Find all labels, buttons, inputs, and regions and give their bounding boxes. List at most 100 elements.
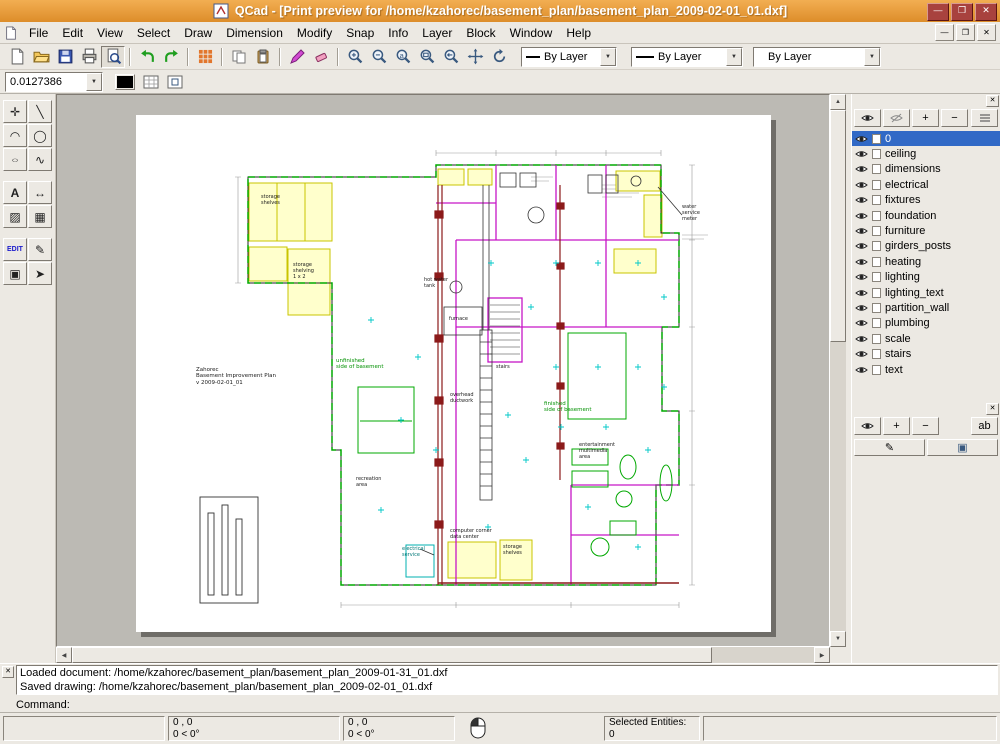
scale-combo[interactable]: 0.0127386 ▼	[5, 72, 103, 92]
layer-details-button[interactable]	[971, 109, 998, 127]
scroll-down-button[interactable]: ▼	[830, 631, 846, 647]
horizontal-scrollbar[interactable]: ◀ ▶	[56, 647, 830, 663]
print-preview-button[interactable]	[101, 46, 125, 68]
scroll-right-button[interactable]: ▶	[814, 647, 830, 663]
open-file-button[interactable]	[29, 46, 53, 68]
pan-button[interactable]	[463, 46, 487, 68]
eye-icon[interactable]	[855, 288, 868, 298]
layer-panel-close-button[interactable]: ✕	[986, 95, 999, 107]
menu-view[interactable]: View	[90, 24, 130, 42]
zoom-window-button[interactable]	[415, 46, 439, 68]
scroll-left-button[interactable]: ◀	[56, 647, 72, 663]
ellipse-tool-button[interactable]: ○	[3, 148, 27, 171]
add-layer-button[interactable]: +	[912, 109, 939, 127]
layer-row[interactable]: lighting	[852, 270, 1000, 285]
window-close-button[interactable]: ✕	[975, 3, 997, 21]
command-dock-close-button[interactable]: ✕	[2, 666, 14, 678]
layer-row[interactable]: 0	[852, 131, 1000, 146]
title-bar[interactable]: QCad - [Print preview for /home/kzahorec…	[0, 0, 1000, 22]
line-style-combo[interactable]: By Layer ▼	[753, 47, 881, 67]
eye-icon[interactable]	[855, 226, 868, 236]
eye-icon[interactable]	[855, 149, 868, 159]
horizontal-scroll-thumb[interactable]	[72, 647, 712, 663]
edit-tool-button[interactable]: EDIT	[3, 238, 27, 261]
menu-dimension[interactable]: Dimension	[219, 24, 290, 42]
layer-row[interactable]: ceiling	[852, 146, 1000, 161]
spline-tool-button[interactable]: ∿	[28, 148, 52, 171]
layer-row[interactable]: text	[852, 362, 1000, 377]
mdi-restore-button[interactable]: ❐	[956, 24, 975, 41]
line-width-combo[interactable]: By Layer ▼	[631, 47, 743, 67]
arc-tool-button[interactable]: ◠	[3, 124, 27, 147]
print-button[interactable]	[77, 46, 101, 68]
menu-help[interactable]: Help	[559, 24, 598, 42]
eye-icon[interactable]	[855, 318, 868, 328]
layer-row[interactable]: stairs	[852, 346, 1000, 361]
color-combo[interactable]: By Layer ▼	[521, 47, 617, 67]
eye-icon[interactable]	[855, 134, 868, 144]
chevron-down-icon[interactable]: ▼	[86, 73, 102, 91]
layer-row[interactable]: lighting_text	[852, 285, 1000, 300]
zoom-in-button[interactable]	[343, 46, 367, 68]
mdi-minimize-button[interactable]: —	[935, 24, 954, 41]
remove-block-button[interactable]: −	[912, 417, 939, 435]
scroll-up-button[interactable]: ▲	[830, 94, 846, 110]
redo-button[interactable]	[159, 46, 183, 68]
block-panel-close-button[interactable]: ✕	[986, 403, 999, 415]
drawing-canvas[interactable]: storage shelves storage shelving 1 x 2 Z…	[56, 94, 830, 647]
layer-row[interactable]: partition_wall	[852, 300, 1000, 315]
eye-icon[interactable]	[855, 303, 868, 313]
block-list[interactable]	[852, 458, 1000, 654]
block-tool-button[interactable]: ▣	[3, 262, 27, 285]
zoom-out-button[interactable]	[367, 46, 391, 68]
window-maximize-button[interactable]: ❐	[951, 3, 973, 21]
menu-block[interactable]: Block	[459, 24, 502, 42]
dimension-tool-button[interactable]: ↔	[28, 181, 52, 204]
eye-icon[interactable]	[855, 334, 868, 344]
new-file-button[interactable]	[5, 46, 29, 68]
menu-select[interactable]: Select	[130, 24, 177, 42]
menu-window[interactable]: Window	[503, 24, 560, 42]
add-block-button[interactable]: +	[883, 417, 910, 435]
window-minimize-button[interactable]: —	[927, 3, 949, 21]
black-white-toggle-button[interactable]	[115, 74, 135, 90]
rename-block-button[interactable]: ab	[971, 417, 998, 435]
text-tool-button[interactable]: A	[3, 181, 27, 204]
eye-icon[interactable]	[855, 241, 868, 251]
layer-row[interactable]: scale	[852, 331, 1000, 346]
command-input[interactable]	[75, 698, 998, 712]
menu-file[interactable]: File	[22, 24, 55, 42]
eye-icon[interactable]	[855, 211, 868, 221]
vertical-scroll-thumb[interactable]	[830, 110, 846, 342]
copy-button[interactable]	[227, 46, 251, 68]
menu-info[interactable]: Info	[381, 24, 415, 42]
show-all-layers-button[interactable]	[854, 109, 881, 127]
mdi-close-button[interactable]: ✕	[977, 24, 996, 41]
layer-row[interactable]: dimensions	[852, 162, 1000, 177]
chevron-down-icon[interactable]: ▼	[726, 48, 742, 66]
menu-modify[interactable]: Modify	[290, 24, 339, 42]
eye-icon[interactable]	[855, 349, 868, 359]
layer-row[interactable]: heating	[852, 254, 1000, 269]
edit-block-button[interactable]: ✎	[854, 439, 925, 456]
line-tool-button[interactable]: ╲	[28, 100, 52, 123]
layer-row[interactable]: foundation	[852, 208, 1000, 223]
vertical-scrollbar[interactable]: ▲ ▼	[830, 94, 846, 647]
layer-row[interactable]: fixtures	[852, 193, 1000, 208]
eye-icon[interactable]	[855, 365, 868, 375]
measure-tool-button[interactable]: ✎	[28, 238, 52, 261]
chevron-down-icon[interactable]: ▼	[600, 48, 616, 66]
hide-all-layers-button[interactable]	[883, 109, 910, 127]
eye-icon[interactable]	[855, 164, 868, 174]
fit-to-page-button[interactable]	[139, 71, 163, 93]
eye-icon[interactable]	[855, 195, 868, 205]
hatch-tool-button[interactable]: ▨	[3, 205, 27, 228]
center-page-button[interactable]	[163, 71, 187, 93]
layer-row[interactable]: plumbing	[852, 316, 1000, 331]
layer-row[interactable]: girders_posts	[852, 239, 1000, 254]
draw-pen-button[interactable]	[285, 46, 309, 68]
zoom-previous-button[interactable]	[439, 46, 463, 68]
grid-button[interactable]	[193, 46, 217, 68]
eye-icon[interactable]	[855, 257, 868, 267]
undo-button[interactable]	[135, 46, 159, 68]
